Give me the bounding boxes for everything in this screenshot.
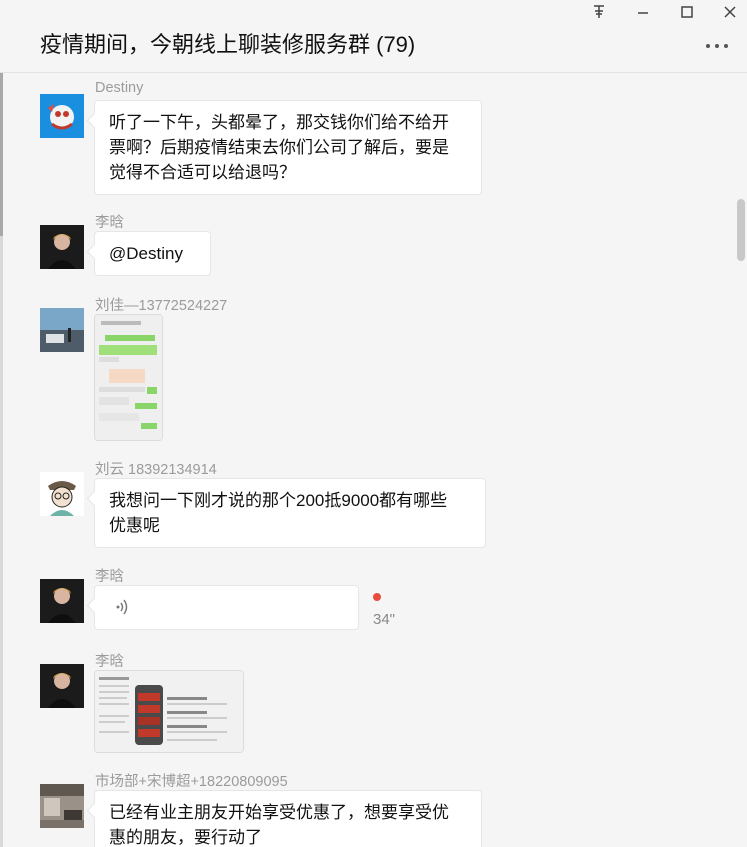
more-icon[interactable] — [703, 34, 733, 54]
sender-name: 李晗 — [95, 654, 124, 670]
pin-icon[interactable] — [588, 2, 610, 22]
avatar[interactable] — [40, 308, 84, 352]
message-bubble[interactable]: @Destiny — [94, 231, 211, 276]
sender-name: 李晗 — [95, 215, 124, 231]
avatar[interactable] — [40, 579, 84, 623]
chat-title: 疫情期间，今朝线上聊装修服务群 (79) — [40, 32, 416, 57]
message: Destiny 听了一下午，头都晕了，那交钱你们给不给开 票啊？后期疫情结束去你… — [40, 80, 720, 200]
message-line: 惠的朋友，要行动了 — [109, 828, 262, 847]
image-message[interactable] — [94, 670, 244, 753]
sender-name: 刘佳—13772524227 — [95, 298, 228, 314]
sender-name: 李晗 — [95, 569, 124, 585]
message: 市场部+宋博超+18220809095 已经有业主朋友开始享受优惠了，想要享受优… — [40, 770, 720, 847]
image-message[interactable] — [94, 314, 163, 441]
avatar[interactable] — [40, 784, 84, 828]
avatar[interactable] — [40, 225, 84, 269]
message-bubble[interactable]: 听了一下午，头都晕了，那交钱你们给不给开 票啊？后期疫情结束去你们公司了解后，要… — [94, 100, 482, 195]
unread-dot — [373, 593, 381, 601]
sender-name: 市场部+宋博超+18220809095 — [95, 774, 288, 790]
message: 刘佳—13772524227 — [40, 294, 720, 446]
message-bubble[interactable]: 我想问一下刚才说的那个200抵9000都有哪些 优惠呢 — [94, 478, 486, 548]
message-line: 听了一下午，头都晕了，那交钱你们给不给开 — [109, 113, 449, 132]
message-line: @Destiny — [109, 244, 183, 263]
message-line: 优惠呢 — [109, 516, 160, 535]
message-line: 我想问一下刚才说的那个200抵9000都有哪些 — [109, 491, 448, 510]
message: 李晗 @Destiny — [40, 211, 720, 283]
message-line: 票啊？后期疫情结束去你们公司了解后，要是 — [109, 138, 449, 157]
minimize-icon[interactable] — [632, 2, 654, 22]
sender-name: 刘云 18392134914 — [95, 462, 217, 478]
message: 李晗 34" — [40, 565, 720, 637]
scrollbar-thumb[interactable] — [737, 199, 745, 261]
avatar[interactable] — [40, 664, 84, 708]
message-line: 觉得不合适可以给退吗？ — [109, 163, 296, 182]
close-icon[interactable] — [719, 2, 741, 22]
chat-area: Destiny 听了一下午，头都晕了，那交钱你们给不给开 票啊？后期疫情结束去你… — [0, 73, 747, 847]
message-line: 已经有业主朋友开始享受优惠了，想要享受优 — [109, 803, 449, 822]
maximize-icon[interactable] — [676, 2, 698, 22]
voice-wave-icon — [115, 598, 129, 623]
voice-duration: 34" — [373, 611, 396, 628]
avatar[interactable] — [40, 472, 84, 516]
message: 李晗 — [40, 650, 720, 760]
avatar[interactable] — [40, 94, 84, 138]
message-bubble[interactable]: 已经有业主朋友开始享受优惠了，想要享受优 惠的朋友，要行动了 — [94, 790, 482, 847]
voice-message[interactable] — [94, 585, 359, 630]
sender-name: Destiny — [95, 80, 144, 96]
title-bar: 疫情期间，今朝线上聊装修服务群 (79) — [0, 0, 747, 73]
message: 刘云 18392134914 我想问一下刚才说的那个200抵9000都有哪些 优… — [40, 458, 720, 558]
